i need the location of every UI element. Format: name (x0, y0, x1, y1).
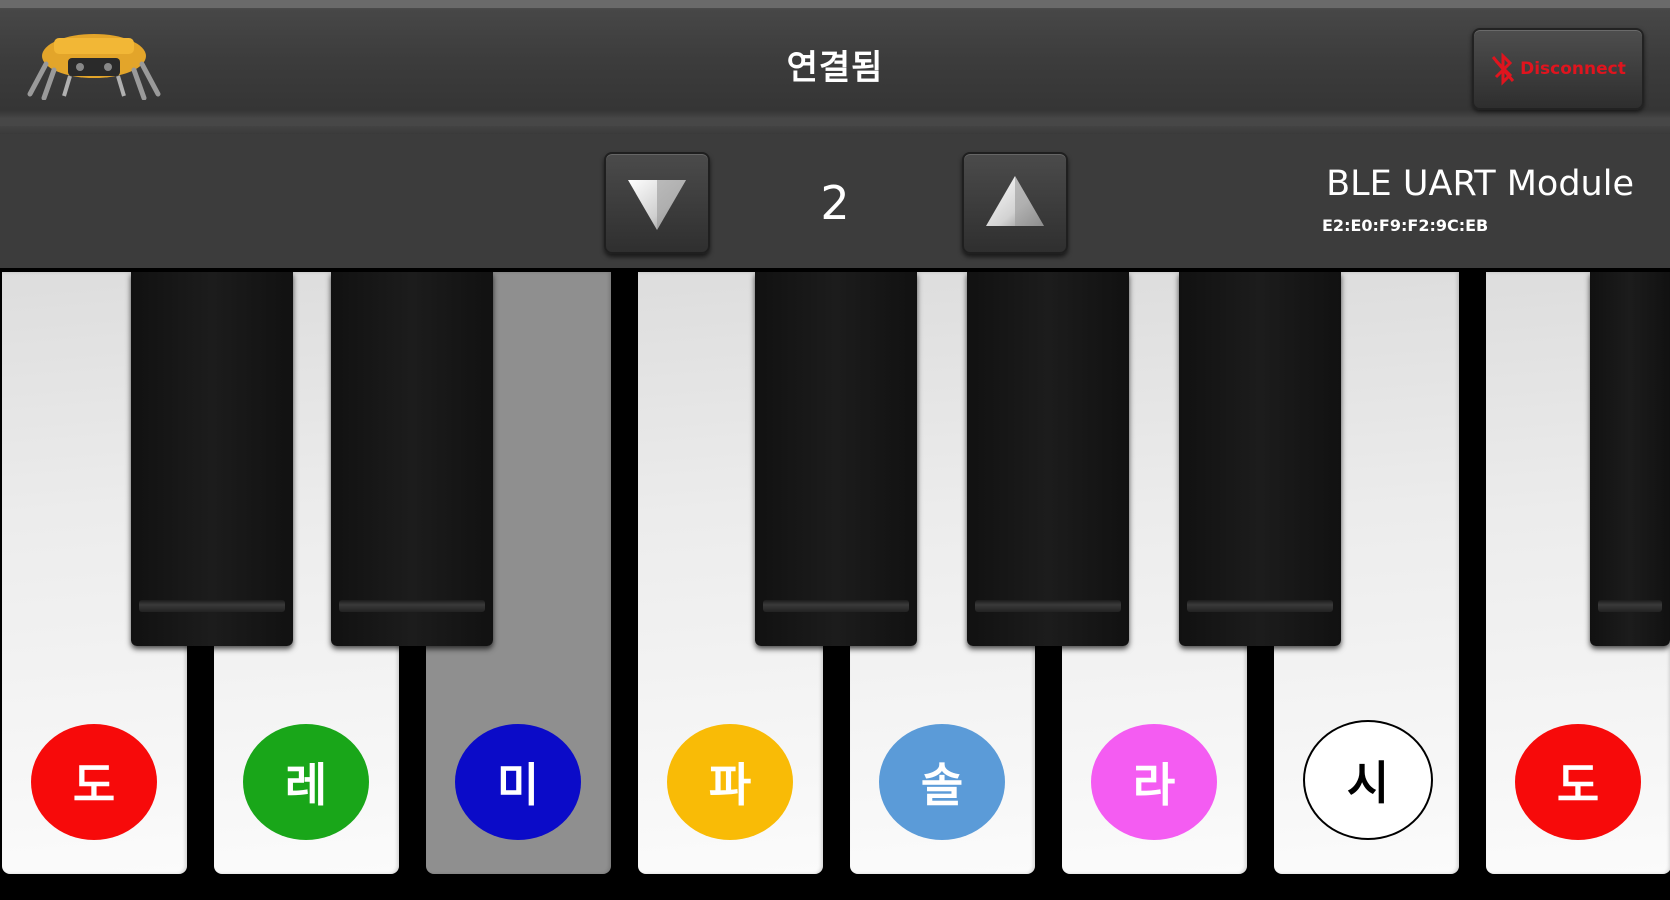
disconnect-button[interactable]: Disconnect (1472, 28, 1644, 110)
black-key-sol-sharp[interactable] (967, 272, 1129, 646)
control-bar: 2 BLE UART Module E2:E0:F9:F2:9C:EB (0, 134, 1670, 268)
note-badge-la: 라 (1091, 724, 1217, 840)
black-key-do-sharp[interactable] (131, 272, 293, 646)
note-badge-fa: 파 (667, 724, 793, 840)
octave-up-button[interactable] (962, 152, 1068, 254)
black-key-fa-sharp[interactable] (755, 272, 917, 646)
disconnect-label: Disconnect (1520, 59, 1626, 79)
bluetooth-off-icon (1491, 52, 1515, 86)
note-badge-do-high: 도 (1515, 724, 1641, 840)
note-badge-si: 시 (1303, 720, 1433, 840)
device-name: BLE UART Module (1326, 164, 1634, 204)
octave-value: 2 (820, 176, 850, 230)
triangle-up-icon (986, 176, 1044, 226)
black-key-la-sharp[interactable] (1179, 272, 1341, 646)
connection-status-title: 연결됨 (786, 48, 884, 88)
piano-keyboard: 도 레 미 파 솔 라 시 도 (0, 268, 1670, 900)
top-bar: 연결됨 Disconnect (0, 0, 1670, 134)
black-key-shine (139, 600, 285, 612)
black-key-shine (1187, 600, 1333, 612)
bar-divider (0, 118, 1670, 126)
note-badge-re: 레 (243, 724, 369, 840)
octave-down-button[interactable] (604, 152, 710, 254)
note-badge-mi: 미 (455, 724, 581, 840)
device-address: E2:E0:F9:F2:9C:EB (1322, 216, 1489, 235)
note-badge-do: 도 (31, 724, 157, 840)
black-key-do-sharp-high[interactable] (1590, 272, 1670, 646)
black-key-shine (1598, 600, 1662, 612)
top-rim (0, 0, 1670, 8)
note-badge-sol: 솔 (879, 724, 1005, 840)
triangle-down-icon (628, 180, 686, 230)
black-key-shine (763, 600, 909, 612)
black-key-re-sharp[interactable] (331, 272, 493, 646)
black-key-shine (339, 600, 485, 612)
black-key-shine (975, 600, 1121, 612)
